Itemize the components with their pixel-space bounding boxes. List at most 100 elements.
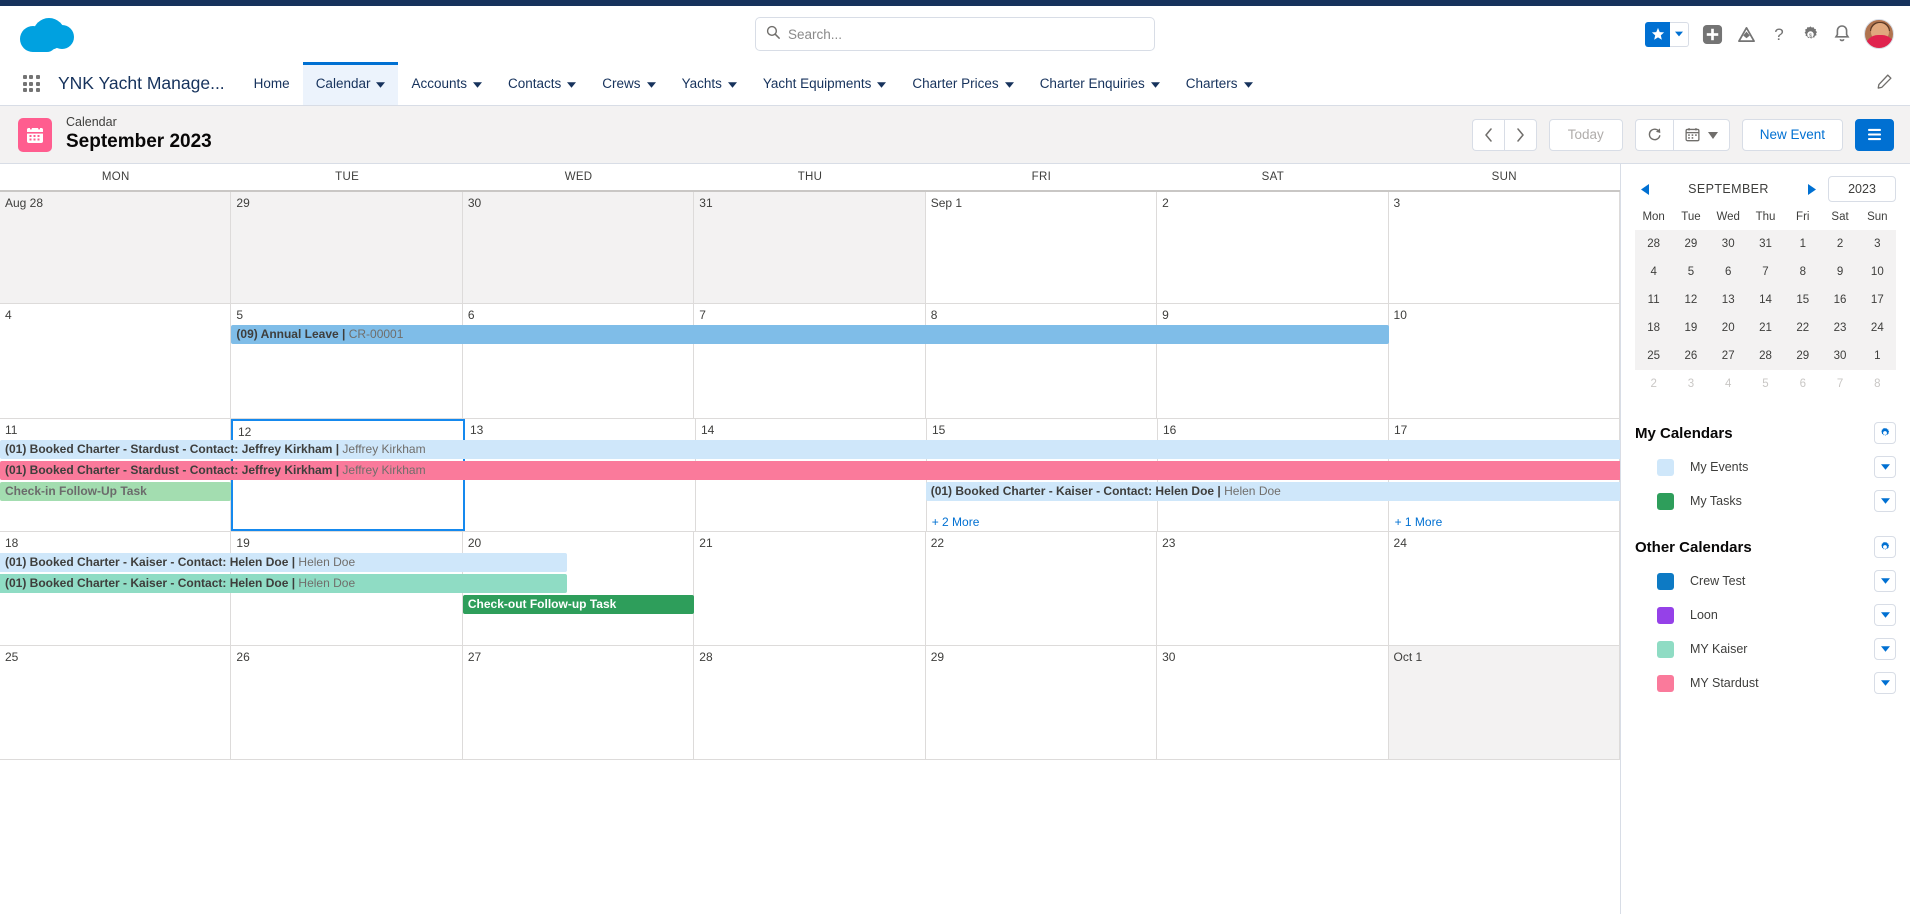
mini-day[interactable]: 21: [1747, 314, 1784, 342]
next-month-button[interactable]: [1503, 118, 1537, 151]
mini-day[interactable]: 6: [1784, 370, 1821, 398]
calendar-event[interactable]: (01) Booked Charter - Kaiser - Contact: …: [0, 553, 567, 572]
calendar-event[interactable]: (01) Booked Charter - Stardust - Contact…: [0, 461, 1620, 480]
mini-day[interactable]: 8: [1784, 258, 1821, 286]
my-calendar-item[interactable]: My Tasks: [1635, 484, 1896, 518]
mini-day[interactable]: 29: [1784, 342, 1821, 370]
day-cell[interactable]: 26: [231, 646, 463, 759]
mini-day[interactable]: 24: [1859, 314, 1896, 342]
my-calendar-item[interactable]: My Events: [1635, 450, 1896, 484]
other-calendars-gear-icon[interactable]: [1874, 536, 1896, 558]
mini-next-month-button[interactable]: [1800, 183, 1822, 195]
other-calendar-item[interactable]: MY Stardust: [1635, 666, 1896, 700]
nav-item-yacht-equipments[interactable]: Yacht Equipments: [750, 62, 900, 105]
mini-day[interactable]: 11: [1635, 286, 1672, 314]
more-events-link[interactable]: + 2 More: [932, 515, 980, 529]
mini-calendar-year[interactable]: 2023: [1828, 176, 1896, 202]
search-box[interactable]: [755, 17, 1155, 51]
day-cell[interactable]: 30: [1157, 646, 1389, 759]
mini-day[interactable]: 27: [1710, 342, 1747, 370]
favorites-caret-icon[interactable]: [1670, 21, 1689, 47]
calendar-view-picker[interactable]: [1672, 118, 1730, 151]
day-cell[interactable]: Oct 1: [1388, 646, 1620, 759]
mini-day[interactable]: 4: [1635, 258, 1672, 286]
calendar-dropdown-icon[interactable]: [1874, 570, 1896, 592]
day-cell[interactable]: 29: [926, 646, 1158, 759]
new-event-button[interactable]: New Event: [1741, 118, 1843, 151]
mini-day[interactable]: 16: [1821, 286, 1858, 314]
mini-day[interactable]: 10: [1859, 258, 1896, 286]
day-cell[interactable]: 2: [1157, 192, 1389, 303]
calendar-event[interactable]: (01) Booked Charter - Kaiser - Contact: …: [925, 482, 1620, 501]
calendar-dropdown-icon[interactable]: [1874, 456, 1896, 478]
nav-item-contacts[interactable]: Contacts: [495, 62, 589, 105]
day-cell[interactable]: 3: [1389, 192, 1620, 303]
app-launcher-icon[interactable]: [14, 62, 48, 105]
my-calendars-gear-icon[interactable]: [1874, 422, 1896, 444]
user-avatar[interactable]: [1864, 19, 1894, 49]
favorites-star-icon[interactable]: [1645, 21, 1670, 47]
chevron-down-icon[interactable]: [567, 76, 577, 91]
day-cell[interactable]: 31: [694, 192, 926, 303]
chevron-down-icon[interactable]: [376, 76, 386, 91]
day-cell[interactable]: 30: [462, 192, 695, 303]
mini-day[interactable]: 28: [1747, 342, 1784, 370]
calendar-dropdown-icon[interactable]: [1874, 490, 1896, 512]
other-calendar-item[interactable]: Crew Test: [1635, 564, 1896, 598]
mini-day[interactable]: 7: [1747, 258, 1784, 286]
day-cell[interactable]: 25: [0, 646, 232, 759]
mini-day[interactable]: 26: [1672, 342, 1709, 370]
calendar-event[interactable]: (09) Annual Leave | CR-00001: [231, 325, 1389, 344]
mini-day[interactable]: 31: [1747, 230, 1784, 258]
edit-pencil-icon[interactable]: [1877, 73, 1892, 94]
mini-day[interactable]: 22: [1784, 314, 1821, 342]
chevron-down-icon[interactable]: [1243, 76, 1253, 91]
mini-day[interactable]: 30: [1821, 342, 1858, 370]
nav-item-accounts[interactable]: Accounts: [398, 62, 495, 105]
mini-day[interactable]: 15: [1784, 286, 1821, 314]
mini-day[interactable]: 12: [1672, 286, 1709, 314]
mini-day[interactable]: 3: [1672, 370, 1709, 398]
nav-item-yachts[interactable]: Yachts: [669, 62, 750, 105]
mini-day[interactable]: 1: [1859, 342, 1896, 370]
today-button[interactable]: Today: [1548, 118, 1623, 151]
chevron-down-icon[interactable]: [727, 76, 737, 91]
mini-day[interactable]: 2: [1635, 370, 1672, 398]
mini-day[interactable]: 5: [1747, 370, 1784, 398]
calendar-dropdown-icon[interactable]: [1874, 672, 1896, 694]
previous-month-button[interactable]: [1471, 118, 1504, 151]
mountain-icon[interactable]: [1736, 25, 1757, 44]
setup-gear-icon[interactable]: $: [1801, 25, 1820, 44]
search-input[interactable]: [788, 26, 1144, 42]
mini-day[interactable]: 20: [1710, 314, 1747, 342]
mini-prev-month-button[interactable]: [1635, 183, 1657, 195]
calendar-event[interactable]: (01) Booked Charter - Stardust - Contact…: [0, 440, 1620, 459]
mini-day[interactable]: 5: [1672, 258, 1709, 286]
nav-item-calendar[interactable]: Calendar: [302, 62, 399, 105]
day-cell[interactable]: 29: [231, 192, 463, 303]
nav-item-crews[interactable]: Crews: [589, 62, 668, 105]
mini-day[interactable]: 2: [1821, 230, 1858, 258]
mini-day[interactable]: 7: [1821, 370, 1858, 398]
nav-item-home[interactable]: Home: [241, 62, 303, 105]
mini-day[interactable]: 17: [1859, 286, 1896, 314]
chevron-down-icon[interactable]: [473, 76, 483, 91]
day-cell[interactable]: 4: [0, 304, 232, 418]
mini-day[interactable]: 23: [1821, 314, 1858, 342]
chevron-down-icon[interactable]: [877, 76, 887, 91]
mini-day[interactable]: 14: [1747, 286, 1784, 314]
day-cell[interactable]: 5: [231, 304, 463, 418]
day-cell[interactable]: 27: [463, 646, 695, 759]
mini-day[interactable]: 18: [1635, 314, 1672, 342]
day-cell[interactable]: Aug 28: [0, 192, 232, 303]
mini-day[interactable]: 25: [1635, 342, 1672, 370]
mini-day[interactable]: 4: [1710, 370, 1747, 398]
day-cell[interactable]: 7: [694, 304, 926, 418]
mini-day[interactable]: 29: [1672, 230, 1709, 258]
refresh-button[interactable]: [1634, 118, 1673, 151]
mini-day[interactable]: 28: [1635, 230, 1672, 258]
mini-day[interactable]: 19: [1672, 314, 1709, 342]
notifications-bell-icon[interactable]: [1833, 24, 1851, 44]
nav-item-charter-prices[interactable]: Charter Prices: [899, 62, 1026, 105]
calendar-dropdown-icon[interactable]: [1874, 604, 1896, 626]
